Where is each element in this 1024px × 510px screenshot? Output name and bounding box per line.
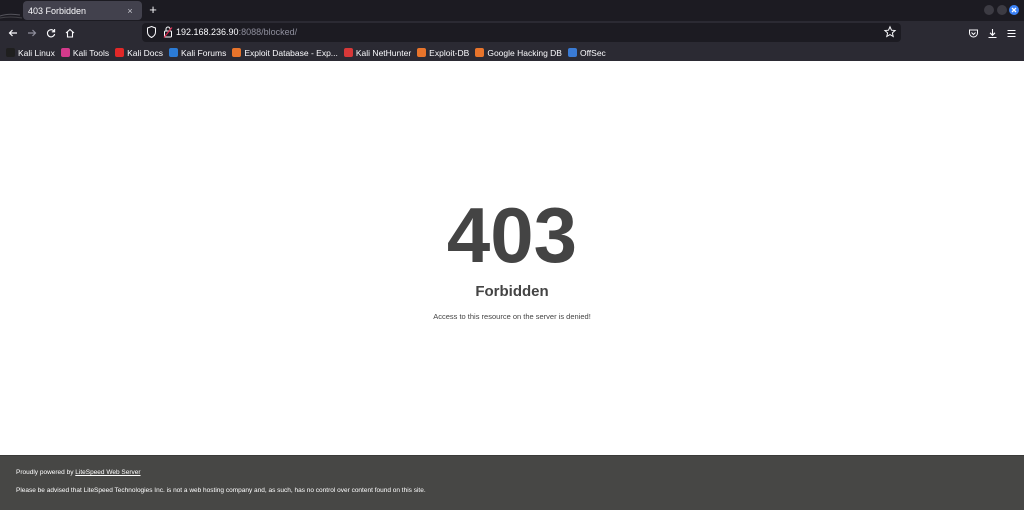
bookmark-label: Kali NetHunter [355,47,412,58]
forward-button[interactable] [24,25,40,41]
bookmark-label: Exploit-DB [429,47,470,58]
error-code: 403 [446,191,578,279]
pocket-button[interactable] [965,25,981,41]
reload-icon [46,29,56,38]
url-text[interactable]: 192.168.236.90:8088/blocked/ [176,27,297,37]
page-footer: Proudly powered by LiteSpeed Web Server … [0,455,1024,510]
bookmark-star-icon[interactable] [883,25,897,39]
back-arrow-icon [8,29,17,37]
bookmark-google-hacking-db[interactable]: Google Hacking DB [475,48,562,58]
bookmark-label: Kali Docs [127,47,163,58]
hamburger-menu-icon [1007,29,1015,37]
bookmark-kali-forums[interactable]: Kali Forums [169,48,226,58]
navigation-toolbar: 192.168.236.90:8088/blocked/ [0,21,1024,44]
bookmark-label: Kali Forums [181,47,227,58]
page-content: 403 Forbidden Access to this resource on… [0,61,1024,455]
insecure-lock-icon[interactable] [163,25,173,39]
bookmark-label: Exploit Database - Exp... [244,47,338,58]
window-minimize-button[interactable] [984,5,994,15]
bookmark-kali-linux[interactable]: Kali Linux [6,48,55,58]
tab-close-icon[interactable]: × [124,6,136,16]
powered-by-text: Proudly powered by LiteSpeed Web Server [16,469,141,476]
bookmark-label: OffSec [579,47,606,58]
window-maximize-button[interactable] [997,5,1007,15]
forward-arrow-icon [28,29,37,37]
offsec-icon [567,48,577,57]
bookmark-kali-docs[interactable]: Kali Docs [115,48,163,58]
kali-tools-icon [60,48,70,57]
close-icon [1011,7,1017,13]
downloads-button[interactable] [984,25,1000,41]
exploit-db-icon [417,48,427,57]
bookmark-exploit-db[interactable]: Exploit-DB [417,48,469,58]
home-icon [65,28,75,38]
tab-strip: 403 Forbidden × + [0,0,1024,21]
bookmark-label: Google Hacking DB [487,47,562,58]
back-button[interactable] [5,25,21,41]
kali-docs-icon [115,48,125,57]
bookmark-kali-nethunter[interactable]: Kali NetHunter [343,47,412,58]
home-button[interactable] [62,25,78,41]
ghdb-icon [475,48,485,57]
download-icon [988,28,996,38]
window-close-button[interactable] [1009,5,1019,15]
kali-dragon-decoration [0,13,23,19]
bookmark-offsec[interactable]: OffSec [567,47,606,58]
tab-title: 403 Forbidden [28,5,87,16]
kali-dragon-icon [6,48,15,57]
url-host: 192.168.236.90 [176,27,239,37]
url-bar[interactable]: 192.168.236.90:8088/blocked/ [142,23,901,42]
new-tab-button[interactable]: + [145,2,161,18]
tab-active[interactable]: 403 Forbidden × [23,1,142,20]
error-heading: Forbidden [475,283,549,300]
bookmark-kali-tools[interactable]: Kali Tools [60,47,110,58]
bookmark-label: Kali Tools [72,47,110,58]
disclaimer-text: Please be advised that LiteSpeed Technol… [16,487,426,494]
nethunter-icon [343,48,353,57]
error-message: Access to this resource on the server is… [433,312,591,321]
bookmarks-toolbar: Kali Linux Kali Tools Kali Docs Kali For… [0,44,1024,61]
pocket-icon [968,29,978,37]
litespeed-link[interactable]: LiteSpeed Web Server [75,469,140,476]
shield-icon[interactable] [146,25,157,39]
app-menu-button[interactable] [1003,25,1019,41]
exploit-db-icon [232,48,242,57]
url-path: :8088/blocked/ [238,27,298,37]
bookmark-exploit-database[interactable]: Exploit Database - Exp... [232,48,338,58]
kali-forums-icon [169,48,178,57]
bookmark-label: Kali Linux [18,47,55,58]
powered-prefix: Proudly powered by [16,469,74,476]
reload-button[interactable] [43,25,59,41]
